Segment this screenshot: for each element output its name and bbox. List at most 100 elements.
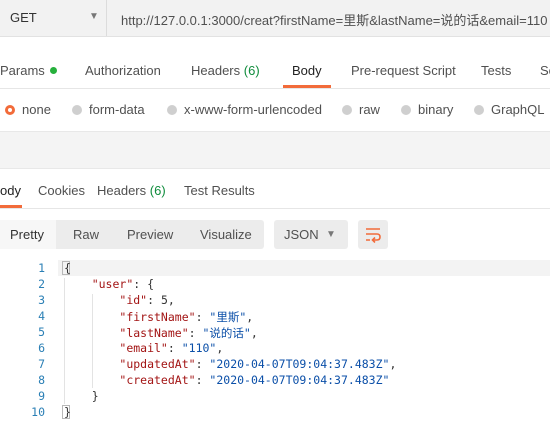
json-string-value: "110" bbox=[181, 341, 217, 355]
code-text: , bbox=[389, 357, 397, 371]
radio-unchecked-icon bbox=[167, 105, 177, 115]
radio-raw[interactable]: raw bbox=[342, 102, 380, 117]
tab-test-results[interactable]: Test Results bbox=[184, 183, 255, 198]
code-line: "firstName": "里斯", bbox=[64, 309, 253, 325]
radio-graphql-label: GraphQL bbox=[491, 102, 545, 117]
code-text: , bbox=[216, 341, 224, 355]
preview-button[interactable]: Preview bbox=[127, 227, 173, 242]
tab-settings[interactable]: Se bbox=[540, 63, 550, 78]
json-key: "id" bbox=[119, 293, 148, 307]
json-string-value: "说的话" bbox=[202, 326, 251, 340]
radio-form-data[interactable]: form-data bbox=[72, 102, 145, 117]
wrap-lines-button[interactable] bbox=[358, 220, 388, 249]
divider bbox=[0, 208, 550, 209]
code-text: : 5, bbox=[147, 293, 175, 307]
code-line: { bbox=[64, 261, 71, 275]
response-headers-count: (6) bbox=[149, 183, 166, 198]
code-text: } bbox=[64, 405, 71, 419]
tab-body[interactable]: Body bbox=[292, 63, 322, 78]
tab-response-headers[interactable]: Headers (6) bbox=[97, 183, 166, 198]
line-number: 10 bbox=[31, 405, 45, 419]
json-key: "lastName" bbox=[119, 326, 189, 340]
json-key: "updatedAt" bbox=[119, 357, 196, 371]
json-key: "email" bbox=[119, 341, 168, 355]
radio-none[interactable]: none bbox=[5, 102, 51, 117]
code-line: } bbox=[64, 405, 71, 419]
radio-urlencoded-label: x-www-form-urlencoded bbox=[184, 102, 322, 117]
json-string-value: "2020-04-07T09:04:37.483Z" bbox=[209, 373, 390, 387]
splitter[interactable] bbox=[0, 131, 550, 169]
line-number: 3 bbox=[38, 293, 45, 307]
view-mode-group: Pretty Raw Preview Visualize bbox=[0, 220, 264, 249]
method-select[interactable]: GET ▼ bbox=[0, 0, 107, 36]
url-input[interactable]: http://127.0.0.1:3000/creat?firstName=里斯… bbox=[121, 10, 547, 29]
radio-raw-label: raw bbox=[359, 102, 380, 117]
code-text: : { bbox=[133, 277, 155, 291]
radio-none-label: none bbox=[22, 102, 51, 117]
radio-checked-icon bbox=[5, 105, 15, 115]
radio-unchecked-icon bbox=[401, 105, 411, 115]
radio-graphql[interactable]: GraphQL bbox=[474, 102, 544, 117]
tab-cookies[interactable]: Cookies bbox=[38, 183, 85, 198]
raw-button[interactable]: Raw bbox=[73, 227, 99, 242]
code-text: , bbox=[250, 326, 258, 340]
tab-headers-label: Headers bbox=[191, 63, 241, 78]
code-line: "id": 5, bbox=[64, 293, 175, 307]
request-tabs: Params Authorization Headers (6) Body Pr… bbox=[0, 56, 550, 86]
chevron-down-icon: ▼ bbox=[326, 229, 336, 240]
wrap-lines-icon bbox=[366, 228, 381, 243]
divider bbox=[0, 88, 550, 89]
headers-count: (6) bbox=[243, 63, 260, 78]
code-line: "email": "110", bbox=[64, 341, 223, 355]
line-number: 8 bbox=[38, 373, 45, 387]
tab-authorization[interactable]: Authorization bbox=[85, 63, 161, 78]
pretty-button[interactable]: Pretty bbox=[0, 220, 56, 249]
line-number: 2 bbox=[38, 277, 45, 291]
radio-unchecked-icon bbox=[342, 105, 352, 115]
visualize-button[interactable]: Visualize bbox=[200, 227, 252, 242]
format-select[interactable]: JSON ▼ bbox=[274, 220, 348, 249]
format-label: JSON bbox=[284, 227, 319, 242]
json-key: "firstName" bbox=[119, 310, 196, 324]
code-line: } bbox=[64, 389, 99, 403]
radio-unchecked-icon bbox=[474, 105, 484, 115]
radio-unchecked-icon bbox=[72, 105, 82, 115]
json-string-value: "2020-04-07T09:04:37.483Z" bbox=[209, 357, 390, 371]
json-key: "createdAt" bbox=[119, 373, 196, 387]
tab-pre-request-script[interactable]: Pre-request Script bbox=[351, 63, 456, 78]
tab-response-body[interactable]: ody bbox=[0, 183, 21, 198]
tab-response-headers-label: Headers bbox=[97, 183, 147, 198]
tab-headers[interactable]: Headers (6) bbox=[191, 63, 260, 78]
radio-binary-label: binary bbox=[418, 102, 454, 117]
chevron-down-icon: ▼ bbox=[89, 11, 99, 22]
code-line: "createdAt": "2020-04-07T09:04:37.483Z" bbox=[64, 373, 389, 387]
params-indicator-icon bbox=[49, 67, 57, 74]
method-label: GET bbox=[10, 10, 37, 25]
code-line: "user": { bbox=[64, 277, 154, 291]
line-number: 1 bbox=[38, 261, 45, 275]
current-line-highlight bbox=[58, 260, 550, 276]
pretty-label: Pretty bbox=[10, 227, 44, 242]
code-text: { bbox=[64, 261, 71, 275]
line-number: 5 bbox=[38, 325, 45, 339]
response-body-editor[interactable]: 1 {2 "user": { 3 "id": 5, 4 "firstName": "里… bbox=[0, 258, 550, 422]
radio-binary[interactable]: binary bbox=[401, 102, 453, 117]
line-number: 6 bbox=[38, 341, 45, 355]
radio-form-data-label: form-data bbox=[89, 102, 145, 117]
code-text: } bbox=[91, 389, 99, 403]
radio-x-www-form-urlencoded[interactable]: x-www-form-urlencoded bbox=[167, 102, 322, 117]
tab-params[interactable]: Params bbox=[0, 63, 57, 78]
line-number: 4 bbox=[38, 309, 45, 323]
json-string-value: "里斯" bbox=[209, 310, 247, 324]
tab-tests[interactable]: Tests bbox=[481, 63, 511, 78]
tab-params-label: Params bbox=[0, 63, 45, 78]
code-text: , bbox=[246, 310, 254, 324]
